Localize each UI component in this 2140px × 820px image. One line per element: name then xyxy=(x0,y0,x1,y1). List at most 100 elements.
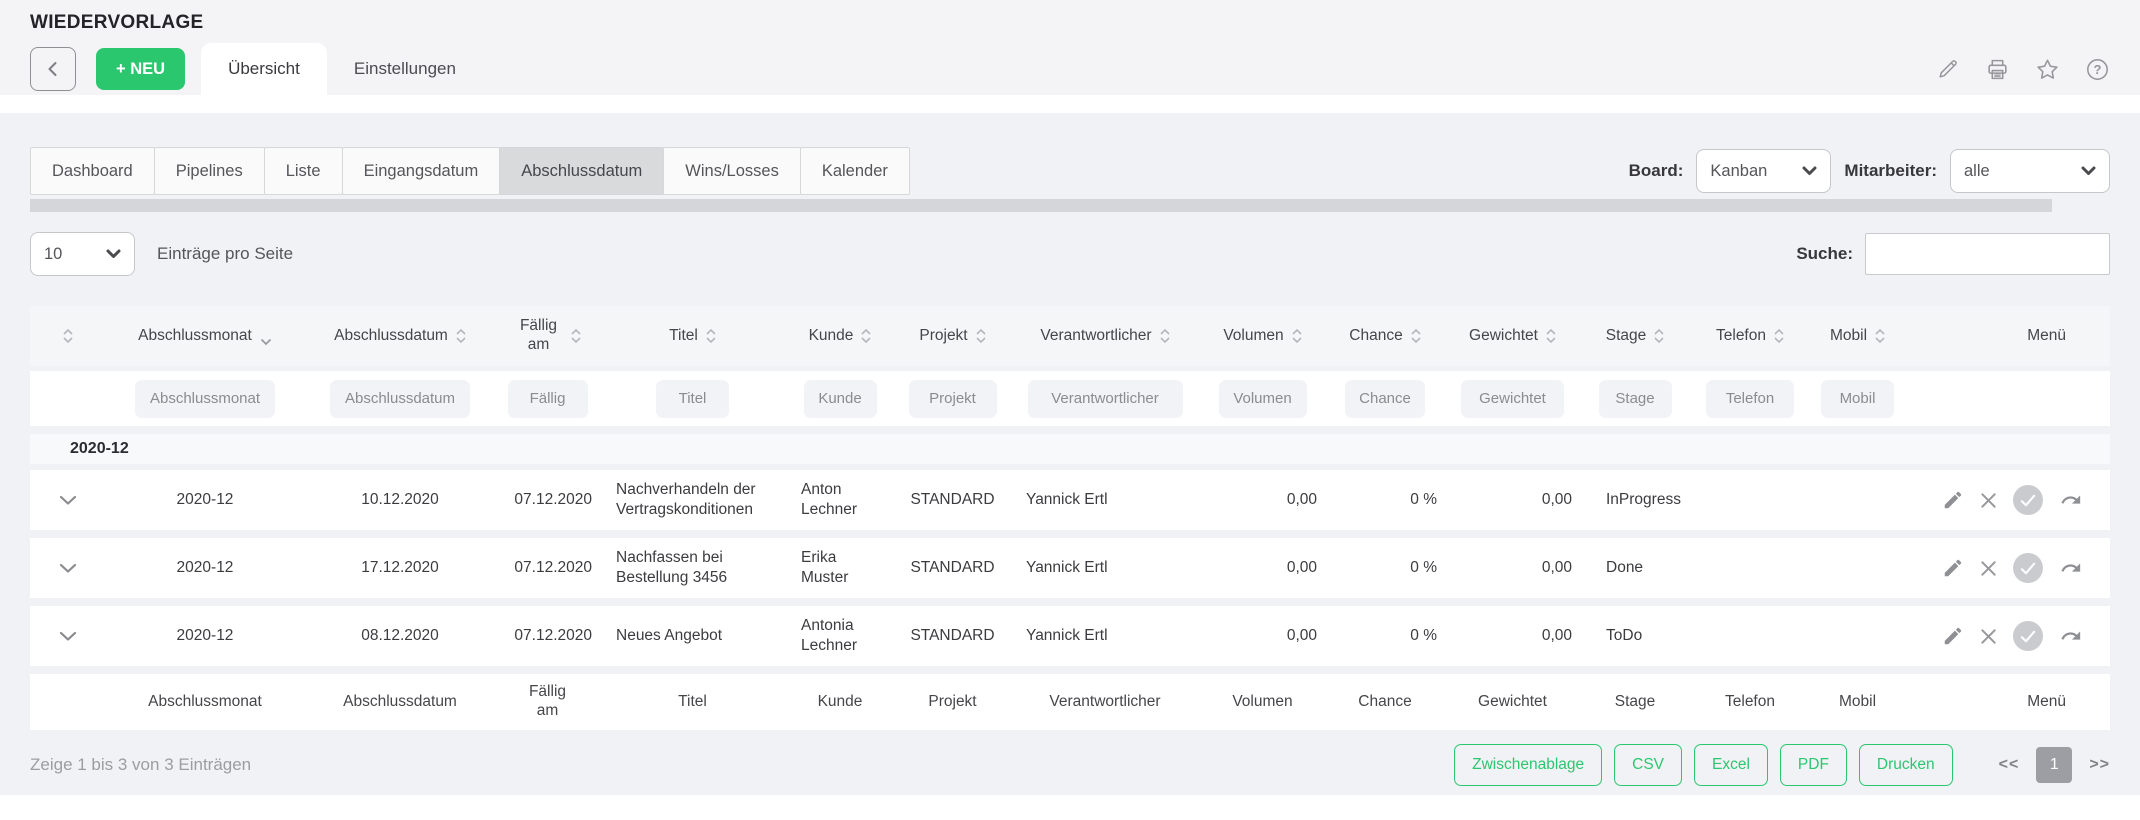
column-header-stage[interactable]: Stage xyxy=(1580,323,1690,350)
pagination-next-button[interactable]: >> xyxy=(2089,756,2110,774)
column-header-kunde[interactable]: Kunde xyxy=(785,323,895,350)
filter-input-mobil[interactable] xyxy=(1821,380,1894,418)
column-header-telefon[interactable]: Telefon xyxy=(1690,323,1810,350)
view-tab-liste[interactable]: Liste xyxy=(264,147,343,195)
view-tab-pipelines[interactable]: Pipelines xyxy=(154,147,265,195)
export-button-drucken[interactable]: Drucken xyxy=(1859,744,1953,786)
filter-input-verantwortlicher[interactable] xyxy=(1028,380,1183,418)
forward-icon[interactable] xyxy=(2058,489,2084,511)
cell-telefon xyxy=(1690,562,1810,574)
export-button-csv[interactable]: CSV xyxy=(1614,744,1682,786)
entries-per-page-label: Einträge pro Seite xyxy=(157,244,293,264)
toolbar-tab-übersicht[interactable]: Übersicht xyxy=(201,43,327,95)
forward-icon[interactable] xyxy=(2058,625,2084,647)
filter-input-projekt[interactable] xyxy=(909,380,997,418)
expand-row-icon[interactable] xyxy=(55,627,81,646)
forward-icon[interactable] xyxy=(2058,557,2084,579)
help-icon[interactable]: ? xyxy=(2085,57,2110,82)
cell-abschlussmonat: 2020-12 xyxy=(105,620,305,652)
cell-gewichtet: 0,00 xyxy=(1445,552,1580,584)
export-buttons: Zwischenablage CSV Excel PDF Drucken xyxy=(1454,744,1953,786)
column-header-abschlussdatum[interactable]: Abschlussdatum xyxy=(305,323,495,350)
export-button-zwischenablage[interactable]: Zwischenablage xyxy=(1454,744,1602,786)
sort-icon xyxy=(1292,329,1302,343)
complete-icon[interactable] xyxy=(2013,553,2043,583)
filter-cell-projekt xyxy=(895,380,1010,418)
footer-column-label-gewichtet: Gewichtet xyxy=(1478,693,1547,712)
cell-kunde: Erika Muster xyxy=(785,542,895,594)
pagination-prev-button[interactable]: << xyxy=(1999,756,2020,774)
page-size-select[interactable]: 10 xyxy=(30,232,135,276)
staff-select[interactable]: alle xyxy=(1950,149,2110,193)
column-header-gewichtet[interactable]: Gewichtet xyxy=(1445,323,1580,350)
search-group: Suche: xyxy=(1796,233,2110,275)
table-header-row: Abschlussmonat AbschlussdatumFällig amTit… xyxy=(30,306,2110,366)
row-menu xyxy=(1905,615,2110,657)
print-icon[interactable] xyxy=(1985,57,2010,82)
main-content: DashboardPipelinesListeEingangsdatumAbsc… xyxy=(0,113,2140,795)
search-input[interactable] xyxy=(1865,233,2110,275)
filter-cell-chance xyxy=(1325,380,1445,418)
view-tab-abschlussdatum[interactable]: Abschlussdatum xyxy=(499,147,664,195)
edit-icon[interactable] xyxy=(1942,557,1964,579)
board-label: Board: xyxy=(1629,161,1684,181)
column-header-chance[interactable]: Chance xyxy=(1325,323,1445,350)
column-header-faellig[interactable]: Fällig am xyxy=(495,313,600,358)
delete-icon[interactable] xyxy=(1979,491,1998,510)
expand-row-icon[interactable] xyxy=(55,559,81,578)
svg-text:?: ? xyxy=(2094,61,2102,76)
view-tab-eingangsdatum[interactable]: Eingangsdatum xyxy=(342,147,501,195)
filter-input-volumen[interactable] xyxy=(1219,380,1307,418)
edit-icon[interactable] xyxy=(1942,625,1964,647)
column-header-verantwortlicher[interactable]: Verantwortlicher xyxy=(1010,323,1200,350)
pagination-page-1[interactable]: 1 xyxy=(2036,747,2072,783)
board-select[interactable]: Kanban xyxy=(1696,149,1831,193)
filter-input-abschlussdatum[interactable] xyxy=(330,380,470,418)
column-header-titel[interactable]: Titel xyxy=(600,323,785,350)
expand-row-icon[interactable] xyxy=(55,491,81,510)
column-header-abschlussmonat[interactable]: Abschlussmonat xyxy=(105,317,305,355)
filter-input-gewichtet[interactable] xyxy=(1461,380,1564,418)
cell-verantwortlicher: Yannick Ertl xyxy=(1010,620,1200,652)
view-tab-dashboard[interactable]: Dashboard xyxy=(30,147,155,195)
complete-icon[interactable] xyxy=(2013,621,2043,651)
column-header-projekt[interactable]: Projekt xyxy=(895,323,1010,350)
filter-input-faellig[interactable] xyxy=(508,380,588,418)
cell-gewichtet: 0,00 xyxy=(1445,620,1580,652)
column-header-mobil[interactable]: Mobil xyxy=(1810,323,1905,350)
cell-volumen: 0,00 xyxy=(1200,484,1325,516)
column-header-menue: Menü xyxy=(1905,323,2110,350)
edit-icon[interactable] xyxy=(1936,57,1960,81)
sort-all-header[interactable] xyxy=(30,325,105,347)
delete-icon[interactable] xyxy=(1979,627,1998,646)
filter-input-telefon[interactable] xyxy=(1706,380,1794,418)
page-footer-strip xyxy=(0,795,2140,820)
filter-input-abschlussmonat[interactable] xyxy=(135,380,275,418)
star-icon[interactable] xyxy=(2035,57,2060,82)
horizontal-scrollbar[interactable] xyxy=(30,199,2052,212)
view-tab-wins-losses[interactable]: Wins/Losses xyxy=(663,147,801,195)
column-header-volumen[interactable]: Volumen xyxy=(1200,323,1325,350)
filter-input-stage[interactable] xyxy=(1599,380,1672,418)
export-button-pdf[interactable]: PDF xyxy=(1780,744,1847,786)
filter-cell-gewichtet xyxy=(1445,380,1580,418)
chevron-down-icon xyxy=(1802,166,1817,176)
footer-column-label-telefon: Telefon xyxy=(1725,693,1775,712)
filter-input-chance[interactable] xyxy=(1345,380,1425,418)
complete-icon[interactable] xyxy=(2013,485,2043,515)
filter-input-kunde[interactable] xyxy=(804,380,877,418)
view-tab-kalender[interactable]: Kalender xyxy=(800,147,910,195)
cell-verantwortlicher: Yannick Ertl xyxy=(1010,484,1200,516)
cell-kunde: Anton Lechner xyxy=(785,474,895,526)
toolbar-tab-einstellungen[interactable]: Einstellungen xyxy=(327,43,483,95)
filter-input-titel[interactable] xyxy=(656,380,729,418)
edit-icon[interactable] xyxy=(1942,489,1964,511)
sort-icon xyxy=(1546,329,1556,343)
export-button-excel[interactable]: Excel xyxy=(1694,744,1768,786)
delete-icon[interactable] xyxy=(1979,559,1998,578)
table-footer-row: AbschlussmonatAbschlussdatumFällig amTit… xyxy=(30,674,2110,730)
new-button[interactable]: + NEU xyxy=(96,48,185,90)
page-header: WIEDERVORLAGE + NEU ÜbersichtEinstellung… xyxy=(0,0,2140,95)
column-label: Abschlussmonat xyxy=(138,327,252,346)
back-button[interactable] xyxy=(30,47,76,91)
